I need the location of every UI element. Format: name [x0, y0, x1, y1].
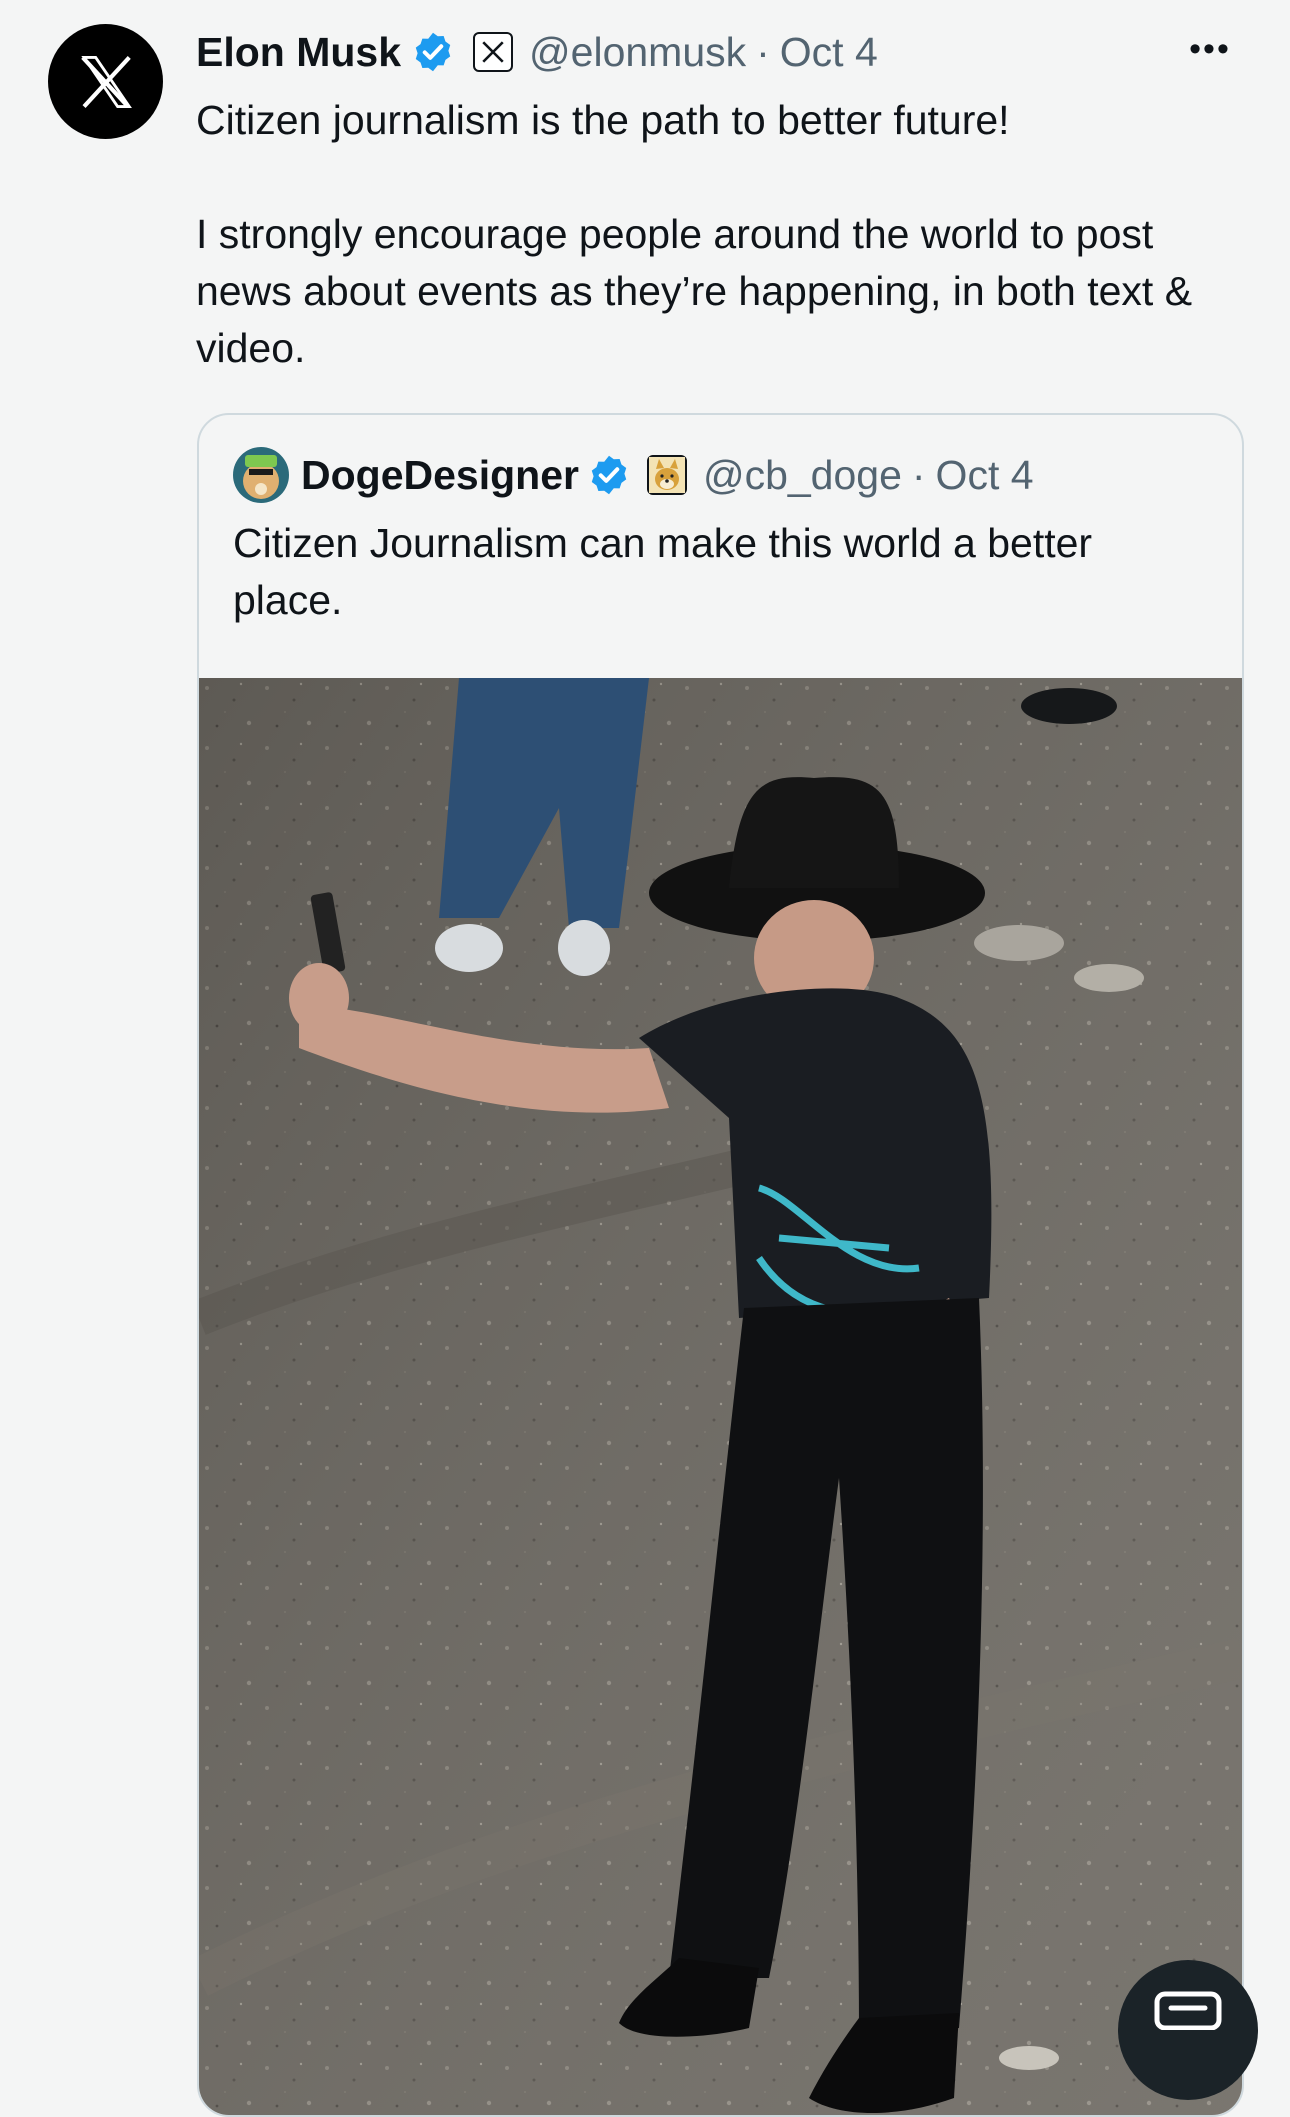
tweet-text: Citizen journalism is the path to better… — [196, 92, 1246, 377]
author-avatar[interactable] — [48, 24, 163, 139]
quoted-tweet[interactable]: DogeDesigner @cb_doge · Oct 4 Citizen Jo… — [197, 413, 1244, 2117]
separator-dot: · — [756, 28, 770, 75]
quote-author-name[interactable]: DogeDesigner — [301, 452, 579, 499]
compose-button[interactable] — [1118, 1960, 1258, 2100]
verified-badge-icon[interactable] — [587, 453, 631, 497]
compose-icon — [1154, 1991, 1222, 2030]
doge-affiliation-icon[interactable] — [646, 455, 687, 495]
separator-dot: · — [911, 451, 926, 498]
tweet-paragraph: I strongly encourage people around the w… — [196, 211, 1193, 371]
more-options-icon[interactable]: ••• — [1180, 24, 1240, 74]
author-name[interactable]: Elon Musk — [196, 29, 401, 76]
quote-date[interactable]: Oct 4 — [936, 452, 1034, 499]
verified-badge-icon[interactable] — [411, 30, 455, 74]
quote-author-handle[interactable]: @cb_doge — [703, 452, 902, 499]
author-handle[interactable]: @elonmusk — [529, 29, 746, 76]
x-affiliation-icon[interactable] — [473, 32, 514, 72]
quoted-tweet-photo[interactable] — [199, 678, 1242, 2115]
quote-author-avatar[interactable] — [233, 447, 289, 503]
tweet[interactable]: Elon Musk @elonmusk · Oct 4 ••• Citizen … — [0, 0, 1290, 2117]
tweet-paragraph: Citizen journalism is the path to better… — [196, 97, 1010, 143]
quoted-tweet-header: DogeDesigner @cb_doge · Oct 4 — [233, 445, 1034, 505]
quoted-tweet-text: Citizen Journalism can make this world a… — [233, 520, 1093, 623]
tweet-date[interactable]: Oct 4 — [780, 29, 878, 76]
x-logo-icon — [80, 55, 132, 108]
tweet-header: Elon Musk @elonmusk · Oct 4 — [196, 22, 878, 82]
